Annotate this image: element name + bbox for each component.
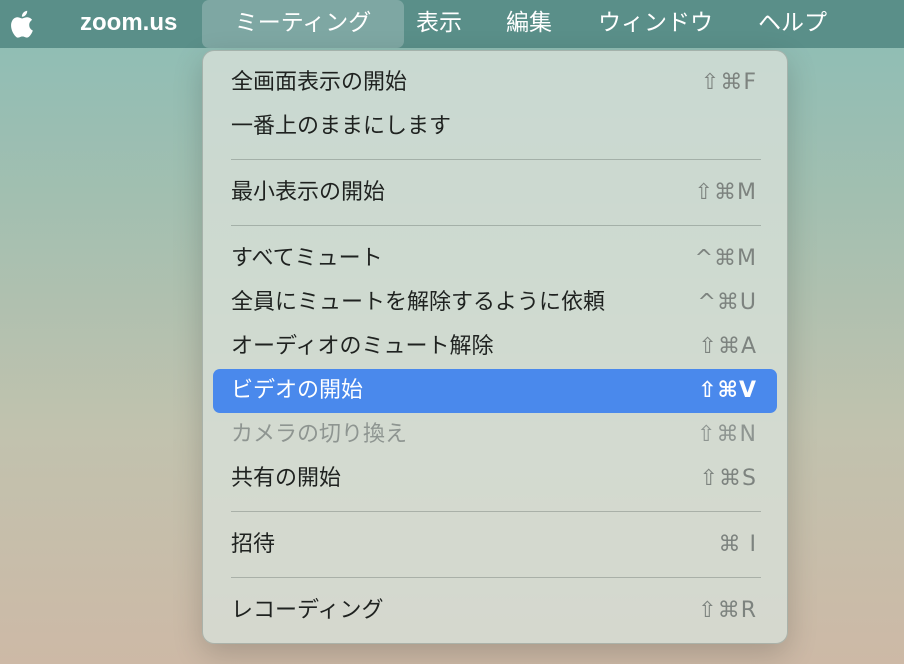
menu-item-shortcut: ^⌘U (697, 290, 757, 315)
menubar-item-help[interactable]: ヘルプ (758, 0, 827, 48)
menubar-item-meeting[interactable]: ミーティング (202, 0, 404, 48)
menu-item-shortcut: ⇧⌘A (698, 334, 757, 359)
menu-item-mute-all[interactable]: すべてミュート ^⌘M (213, 237, 777, 281)
menu-item-label: 最小表示の開始 (231, 180, 386, 205)
menu-item-start-share[interactable]: 共有の開始 ⇧⌘S (213, 457, 777, 501)
menu-item-unmute-audio[interactable]: オーディオのミュート解除 ⇧⌘A (213, 325, 777, 369)
menu-item-shortcut: ⇧⌘S (699, 466, 757, 491)
menu-separator (231, 511, 761, 512)
menu-item-ask-all-unmute[interactable]: 全員にミュートを解除するように依頼 ^⌘U (213, 281, 777, 325)
meeting-dropdown-menu: 全画面表示の開始 ⇧⌘F 一番上のままにします 最小表示の開始 ⇧⌘M すべてミ… (202, 50, 788, 644)
menu-item-label: 共有の開始 (231, 466, 342, 491)
menu-item-label: 一番上のままにします (231, 114, 452, 139)
menu-bar: zoom.us ミーティング 表示 編集 ウィンドウ ヘルプ (0, 0, 904, 48)
menu-item-shortcut: ⇧⌘F (700, 70, 757, 95)
menu-item-start-minimal-view[interactable]: 最小表示の開始 ⇧⌘M (213, 171, 777, 215)
menu-item-shortcut: ⇧⌘N (697, 422, 757, 447)
menu-item-shortcut: ⇧⌘M (694, 180, 757, 205)
app-name-menu[interactable]: zoom.us (80, 0, 177, 48)
menu-item-label: 全画面表示の開始 (231, 70, 408, 95)
menu-item-invite[interactable]: 招待 ⌘ I (213, 523, 777, 567)
menu-item-label: 招待 (231, 532, 276, 557)
apple-logo-icon[interactable] (10, 8, 38, 40)
menu-item-shortcut: ⇧⌘V (698, 378, 757, 403)
menubar-item-view[interactable]: 表示 (416, 0, 462, 48)
menu-item-shortcut: ⌘ I (718, 532, 757, 557)
menu-item-shortcut: ^⌘M (694, 246, 757, 271)
menu-item-label: カメラの切り換え (231, 422, 408, 447)
menu-separator (231, 159, 761, 160)
menu-item-start-video[interactable]: ビデオの開始 ⇧⌘V (213, 369, 777, 413)
menu-item-label: ビデオの開始 (231, 378, 364, 403)
menubar-item-edit[interactable]: 編集 (506, 0, 552, 48)
menu-item-start-fullscreen[interactable]: 全画面表示の開始 ⇧⌘F (213, 61, 777, 105)
menu-item-label: すべてミュート (231, 246, 383, 271)
menu-item-recording[interactable]: レコーディング ⇧⌘R (213, 589, 777, 633)
menu-item-shortcut: ⇧⌘R (698, 598, 757, 623)
menu-separator (231, 225, 761, 226)
menu-item-keep-on-top[interactable]: 一番上のままにします (213, 105, 777, 149)
menu-item-label: レコーディング (231, 598, 384, 623)
menubar-item-window[interactable]: ウィンドウ (598, 0, 713, 48)
menu-item-label: 全員にミュートを解除するように依頼 (231, 290, 606, 315)
menu-separator (231, 577, 761, 578)
menu-item-label: オーディオのミュート解除 (231, 334, 494, 359)
menu-item-switch-camera: カメラの切り換え ⇧⌘N (213, 413, 777, 457)
